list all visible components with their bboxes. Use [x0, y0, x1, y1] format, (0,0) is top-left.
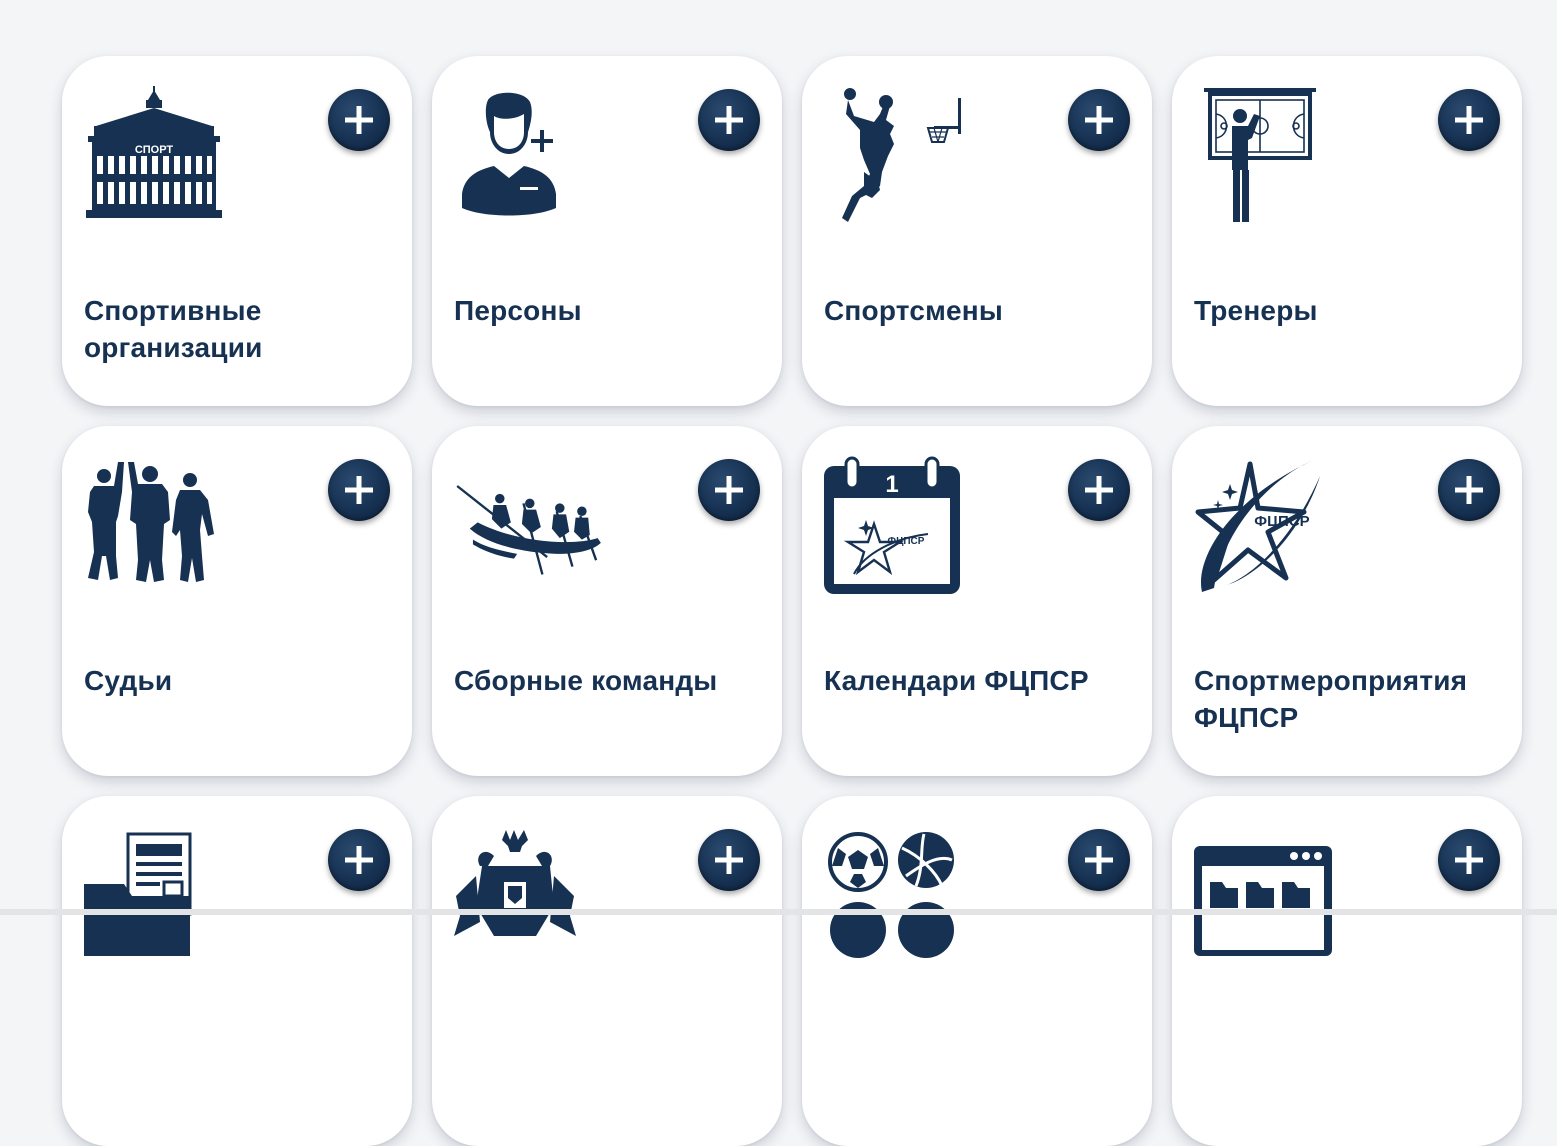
card-fcpsr-calendars[interactable]: 1 ФЦПСР Календари ФЦПСР [802, 426, 1152, 776]
card-sports-balls[interactable] [802, 796, 1152, 1146]
add-button[interactable] [698, 459, 760, 521]
plus-icon [715, 476, 743, 504]
calendar-day: 1 [885, 471, 898, 498]
add-button[interactable] [328, 89, 390, 151]
add-button[interactable] [328, 829, 390, 891]
fcpsr-logo-label: ФЦПСР [1254, 513, 1309, 530]
fcpsr-star-logo-icon: ФЦПСР [1194, 456, 1344, 606]
card-title: Спортивные организации [84, 295, 263, 363]
card-title: Календари ФЦПСР [824, 665, 1089, 696]
card-athletes[interactable]: Спортсмены [802, 56, 1152, 406]
plus-icon [345, 106, 373, 134]
plus-icon [715, 846, 743, 874]
add-button[interactable] [698, 829, 760, 891]
add-button[interactable] [328, 459, 390, 521]
card-title: Спортмероприятия ФЦПСР [1194, 665, 1468, 733]
card-national-teams[interactable]: Сборные команды [432, 426, 782, 776]
person-add-icon [454, 86, 604, 236]
rafting-team-icon [454, 456, 604, 606]
plus-icon [1455, 476, 1483, 504]
plus-icon [345, 476, 373, 504]
sport-building-icon: СПОРТ [84, 86, 234, 236]
plus-icon [1455, 106, 1483, 134]
fcpsr-calendar-label: ФЦПСР [888, 536, 925, 547]
card-title: Спортсмены [824, 295, 1003, 326]
card-fcpsr-sport-events[interactable]: ФЦПСР Спортмероприятия ФЦПСР [1172, 426, 1522, 776]
plus-icon [715, 106, 743, 134]
plus-icon [345, 846, 373, 874]
card-judges[interactable]: Судьи [62, 426, 412, 776]
add-button[interactable] [1068, 89, 1130, 151]
basketball-player-icon [824, 86, 974, 236]
calendar-icon: 1 ФЦПСР [824, 456, 974, 606]
balls-icon [824, 826, 974, 976]
add-button[interactable] [1068, 459, 1130, 521]
card-coaches[interactable]: Тренеры [1172, 56, 1522, 406]
plus-icon [1085, 846, 1113, 874]
add-button[interactable] [1438, 829, 1500, 891]
card-sport-organizations[interactable]: СПОРТ Спортивные организации [62, 56, 412, 406]
judges-icon [84, 456, 234, 606]
plus-icon [1085, 476, 1113, 504]
card-title: Персоны [454, 295, 582, 326]
card-title: Тренеры [1194, 295, 1318, 326]
card-title: Сборные команды [454, 665, 718, 696]
card-documents[interactable] [62, 796, 412, 1146]
add-button[interactable] [1438, 459, 1500, 521]
documents-folder-icon [84, 826, 234, 976]
sport-building-label: СПОРТ [135, 144, 174, 156]
card-browser-folders[interactable] [1172, 796, 1522, 1146]
plus-icon [1085, 106, 1113, 134]
add-button[interactable] [1438, 89, 1500, 151]
plus-icon [1455, 846, 1483, 874]
coach-board-icon [1194, 86, 1344, 236]
card-coat-of-arms[interactable] [432, 796, 782, 1146]
card-persons[interactable]: Персоны [432, 56, 782, 406]
browser-folders-icon [1194, 826, 1344, 976]
add-button[interactable] [698, 89, 760, 151]
card-title: Судьи [84, 665, 173, 696]
horizontal-scrollbar[interactable] [0, 909, 1557, 915]
sections-grid: СПОРТ Спортивные организации Персоны Спо… [62, 56, 1522, 1146]
coat-of-arms-icon [454, 826, 604, 976]
add-button[interactable] [1068, 829, 1130, 891]
